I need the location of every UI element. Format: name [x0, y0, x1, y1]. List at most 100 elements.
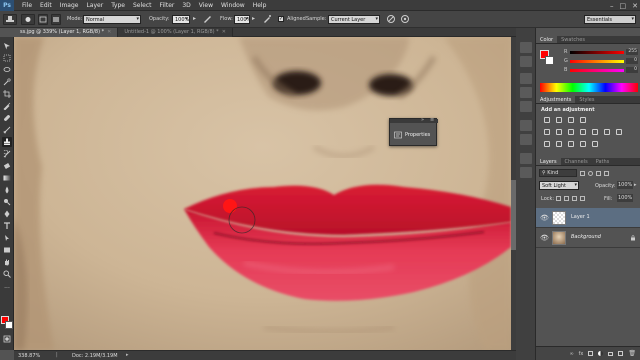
opacity-dropdown-icon[interactable]: ▸ [193, 15, 196, 22]
minimize-button[interactable]: – [610, 2, 614, 10]
channel-mixer-icon[interactable] [604, 129, 610, 135]
menu-select[interactable]: Select [129, 2, 156, 9]
clone-stamp-tool[interactable] [2, 137, 12, 147]
history-brush-tool[interactable] [2, 149, 12, 159]
path-selection-tool[interactable] [2, 233, 12, 243]
close-tab-icon[interactable]: ✕ [107, 29, 111, 35]
layer-name[interactable]: Layer 1 [571, 214, 590, 220]
clone-source-toggle[interactable] [51, 14, 61, 25]
lock-transparent-icon[interactable] [556, 196, 561, 201]
quick-mask-button[interactable] [2, 334, 12, 344]
tab-paths[interactable]: Paths [592, 158, 614, 165]
new-layer-icon[interactable] [618, 351, 624, 356]
layer-mask-icon[interactable] [588, 351, 594, 356]
channel-g-value[interactable]: 0 [626, 58, 638, 64]
tab-layers[interactable]: Layers [536, 158, 561, 165]
pen-tool[interactable] [2, 209, 12, 219]
link-layers-icon[interactable]: ∞ [569, 351, 573, 357]
visibility-eye-icon[interactable]: 👁 [540, 214, 549, 222]
tab-adjustments[interactable]: Adjustments [536, 96, 576, 103]
maximize-button[interactable]: □ [620, 2, 627, 10]
close-tab-icon[interactable]: ✕ [222, 29, 226, 35]
color-background-swatch[interactable] [545, 56, 554, 65]
type-tool[interactable] [2, 221, 12, 231]
color-balance-icon[interactable] [568, 129, 574, 135]
properties-mini-panel[interactable]: » ≡ Properties [389, 117, 438, 146]
new-adjustment-layer-icon[interactable] [598, 351, 604, 356]
layer-style-icon[interactable]: fx [579, 351, 584, 357]
channel-r-value[interactable]: 255 [626, 49, 638, 55]
tab-styles[interactable]: Styles [575, 96, 598, 103]
brush-presets-icon[interactable] [520, 87, 532, 98]
info-panel-icon[interactable] [520, 167, 532, 178]
channel-b-slider[interactable] [570, 69, 624, 72]
layer-row-layer-1[interactable]: 👁 Layer 1 [536, 208, 640, 228]
brush-panel-icon[interactable] [520, 73, 532, 84]
tool-preset-picker[interactable] [3, 14, 17, 25]
curves-icon[interactable] [568, 117, 574, 123]
levels-icon[interactable] [556, 117, 562, 123]
aligned-checkbox[interactable]: ✓ [278, 16, 284, 22]
close-button[interactable]: ✕ [632, 2, 638, 10]
dodge-tool[interactable] [2, 197, 12, 207]
layer-opacity-arrow-icon[interactable]: ▸ [634, 182, 637, 188]
tab-swatches[interactable]: Swatches [557, 36, 589, 43]
brush-tool[interactable] [2, 125, 12, 135]
threshold-icon[interactable] [568, 141, 574, 147]
color-ramp[interactable] [540, 83, 638, 92]
type-filter-icon[interactable] [596, 170, 601, 176]
quick-selection-tool[interactable] [2, 77, 12, 87]
flow-dropdown-icon[interactable]: ▸ [252, 15, 255, 22]
blend-mode-select[interactable]: Soft Light [539, 181, 579, 190]
tablet-pressure-size-icon[interactable] [400, 14, 410, 24]
exposure-icon[interactable] [580, 117, 586, 123]
invert-icon[interactable] [544, 141, 550, 147]
gradient-tool[interactable] [2, 173, 12, 183]
paragraph-panel-icon[interactable] [520, 134, 532, 145]
new-group-icon[interactable] [608, 351, 614, 356]
eyedropper-tool[interactable] [2, 101, 12, 111]
more-tools-icon[interactable]: ··· [2, 283, 12, 293]
actions-panel-icon[interactable] [520, 56, 532, 67]
channel-b-value[interactable]: 0 [626, 67, 638, 73]
photo-filter-icon[interactable] [592, 129, 598, 135]
channel-r-slider[interactable] [570, 51, 624, 54]
sample-select[interactable]: Current Layer [328, 15, 380, 24]
flow-input[interactable]: 100% [234, 15, 250, 24]
document-canvas[interactable] [14, 37, 511, 350]
visibility-eye-icon[interactable]: 👁 [540, 234, 549, 242]
lock-pixels-icon[interactable] [564, 196, 569, 201]
airbrush-icon[interactable] [262, 14, 272, 24]
menu-type[interactable]: Type [107, 2, 129, 9]
menu-3d[interactable]: 3D [178, 2, 194, 9]
trash-icon[interactable]: 🗑 [628, 350, 636, 357]
vibrance-icon[interactable] [544, 129, 550, 135]
menu-help[interactable]: Help [249, 2, 271, 9]
history-panel-icon[interactable] [520, 42, 532, 53]
color-lookup-icon[interactable] [616, 129, 622, 135]
pixel-filter-icon[interactable] [580, 170, 585, 176]
ignore-adjustment-layers-icon[interactable] [386, 14, 396, 24]
pressure-opacity-icon[interactable] [202, 14, 212, 24]
tab-channels[interactable]: Channels [561, 158, 592, 165]
hue-saturation-icon[interactable] [556, 129, 562, 135]
menu-filter[interactable]: Filter [156, 2, 179, 9]
panel-menu-icon[interactable]: ≡ [430, 117, 434, 123]
collapse-icon[interactable]: » [421, 117, 424, 123]
blur-tool[interactable] [2, 185, 12, 195]
menu-layer[interactable]: Layer [82, 2, 107, 9]
layer-name[interactable]: Background [571, 234, 601, 240]
opacity-input[interactable]: 100% [172, 15, 190, 24]
tab-color[interactable]: Color [536, 36, 558, 43]
shape-filter-icon[interactable] [604, 170, 609, 176]
character-panel-icon[interactable] [520, 120, 532, 131]
channel-g-slider[interactable] [570, 60, 624, 63]
menu-view[interactable]: View [195, 2, 217, 9]
layer-filter-select[interactable]: ⚲ Kind [539, 169, 577, 177]
lock-position-icon[interactable] [572, 196, 577, 201]
properties-panel-icon[interactable] [520, 153, 532, 164]
shape-tool[interactable] [2, 245, 12, 255]
layer-opacity-input[interactable]: 100% [617, 181, 633, 189]
status-menu-arrow-icon[interactable]: ▸ [126, 352, 129, 358]
adjustment-filter-icon[interactable] [588, 170, 593, 176]
